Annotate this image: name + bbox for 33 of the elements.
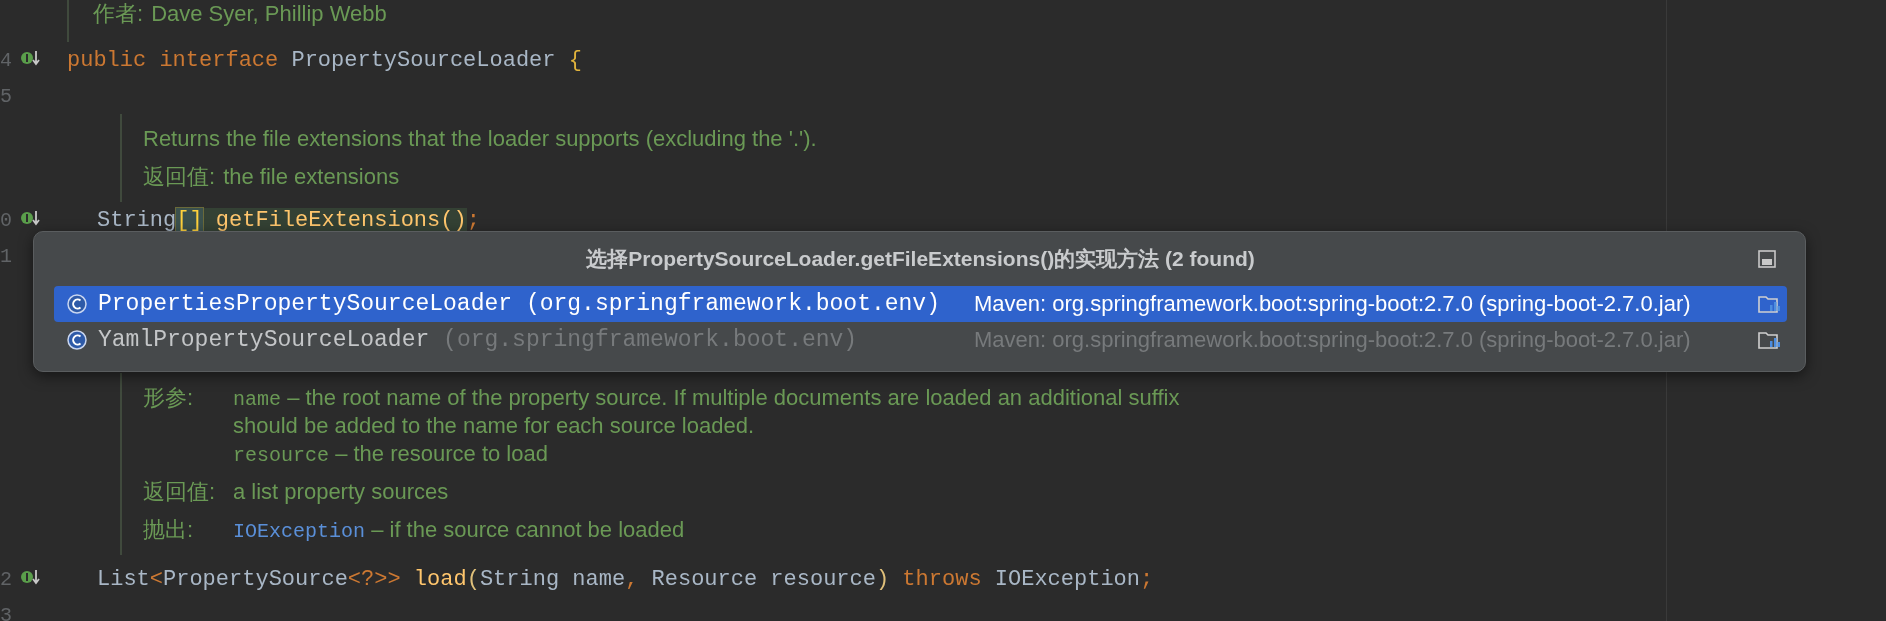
- folder-icon: [1757, 329, 1781, 351]
- doc-tag-text: resource – the resource to load: [233, 440, 549, 468]
- doc-tag-label: 返回值:: [143, 163, 216, 191]
- implementation-marker-icon[interactable]: [20, 48, 42, 68]
- line-number: 0: [0, 208, 13, 232]
- line-number: 5: [0, 84, 13, 108]
- doc-tag-label: 作者:: [93, 0, 144, 28]
- doc-tag-text: Dave Syer, Phillip Webb: [151, 0, 388, 28]
- line-number: 3: [0, 603, 13, 621]
- folder-icon: [1757, 293, 1781, 315]
- code-line: public interface PropertySourceLoader {: [67, 47, 582, 73]
- doc-tag-label: 抛出:: [143, 516, 195, 544]
- class-icon: [66, 293, 88, 315]
- popup-title: 选择PropertySourceLoader.getFileExtensions()的实现方法 (2 found): [586, 246, 1255, 272]
- doc-tag-label: 返回值:: [143, 478, 217, 506]
- line-number: 1: [0, 244, 13, 268]
- code-line: List<PropertySource<?>> load(String name, Resource resource) throws IOException;: [97, 566, 1154, 592]
- line-number: 2: [0, 567, 13, 591]
- doc-tag-text: IOException – if the source cannot be loaded: [233, 516, 686, 544]
- doc-tag-text: name – the root name of the property source. If multiple documents are loaded an additional suffix should be added to the name for each source loaded.: [233, 384, 1181, 440]
- line-number: 4: [0, 48, 13, 72]
- doc-tag-label: 形参:: [143, 384, 195, 412]
- class-name: PropertiesPropertySourceLoader (org.springframework.boot.env): [98, 291, 941, 317]
- implementation-item[interactable]: PropertiesPropertySourceLoader (org.springframework.boot.env) Maven: org.springframework.boot:spring-boot:2.7.0 (spring-boot-2.7.0.jar): [54, 286, 1787, 322]
- doc-tag-text: a list property sources: [233, 478, 450, 506]
- exception-link[interactable]: IOException: [233, 520, 366, 543]
- panel-icon: [1757, 249, 1777, 269]
- implementation-marker-icon[interactable]: [20, 208, 42, 228]
- doc-tag-text: the file extensions: [223, 163, 401, 191]
- implementation-marker-icon[interactable]: [20, 567, 42, 587]
- doc-description: Returns the file extensions that the loader supports (excluding the '.').: [143, 125, 818, 153]
- class-icon: [66, 329, 88, 351]
- library-location: Maven: org.springframework.boot:spring-boot:2.7.0 (spring-boot-2.7.0.jar): [974, 291, 1692, 317]
